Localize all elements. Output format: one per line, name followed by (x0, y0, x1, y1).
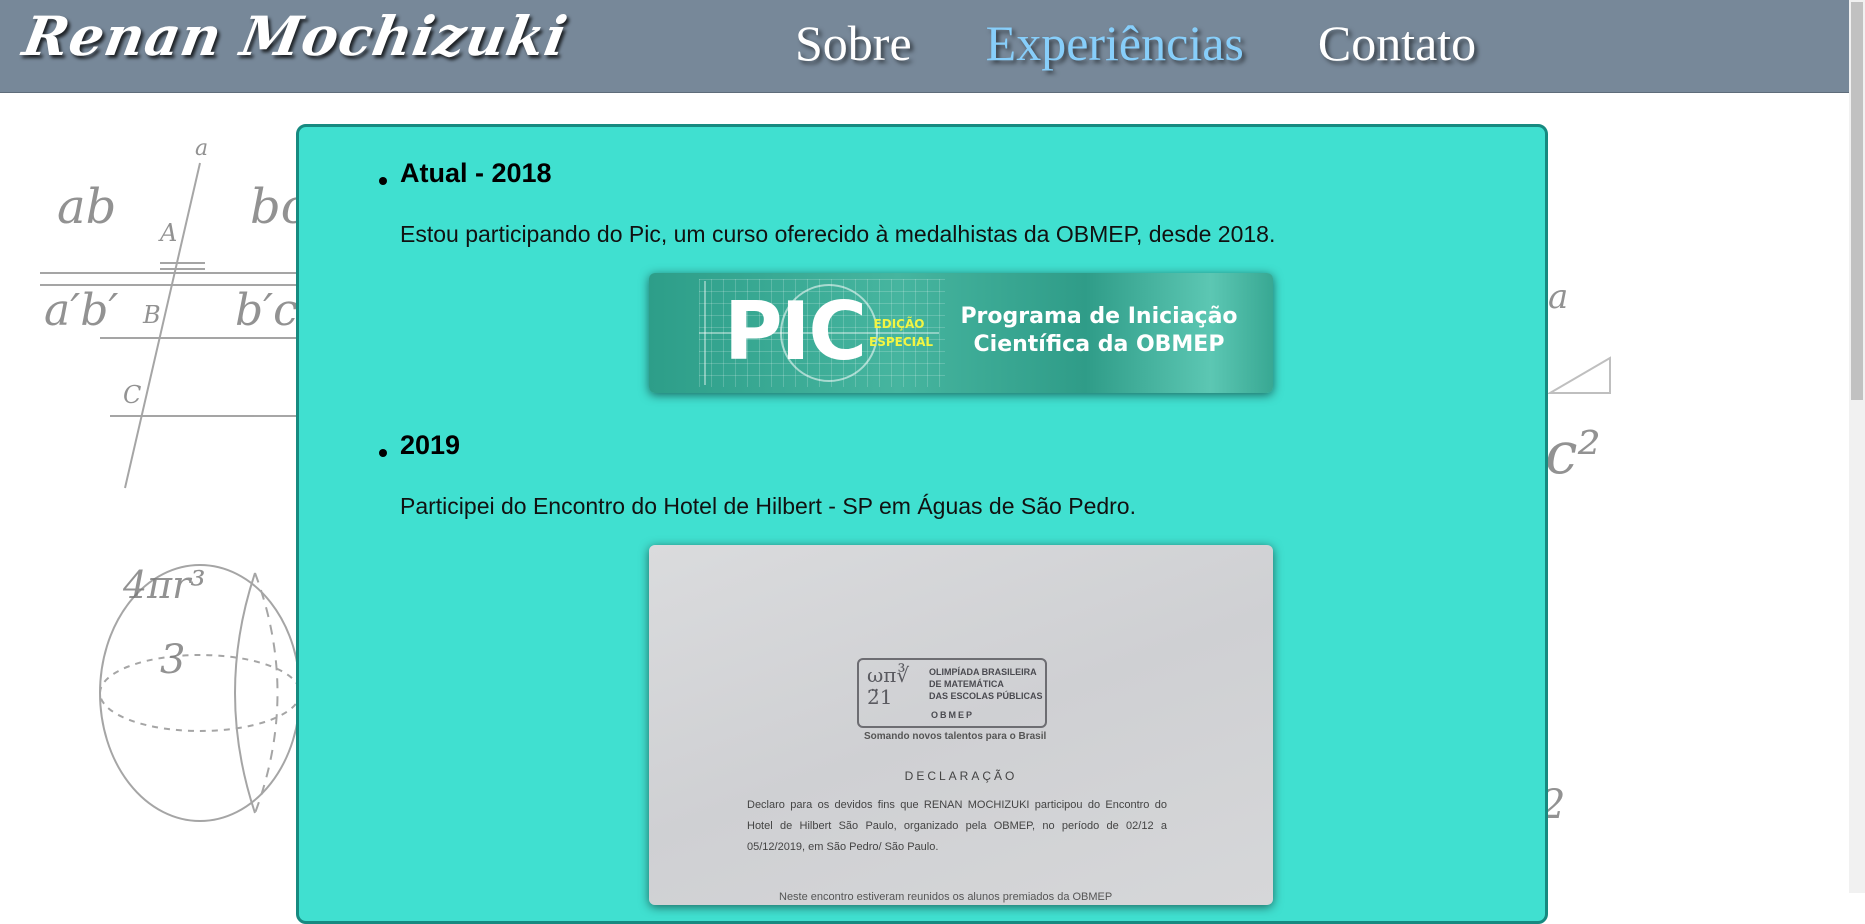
pic-program-banner: PIC EDIÇÃO ESPECIAL Programa de Iniciaçã… (649, 273, 1273, 393)
edition-line-1: EDIÇÃO (873, 317, 925, 331)
document-slogan: Somando novos talentos para o Brasil (864, 731, 1047, 742)
obmep-stamp: ωπ∛ 2̈1 OLIMPÍADA BRASILEIRA DE MATEMÁTIC… (857, 658, 1047, 728)
svg-text:a′b′: a′b′ (44, 285, 118, 336)
pic-title-line-1: Programa de Iniciação (960, 304, 1238, 329)
stamp-line-2: DE MATEMÁTICA (929, 679, 1004, 689)
pic-title-line-2: Científica da OBMEP (973, 332, 1225, 357)
experience-description: Estou participando do Pic, um curso ofer… (400, 221, 1276, 247)
main-nav: Sobre Experiências Contato (795, 10, 1476, 80)
list-bullet (379, 449, 387, 457)
site-logo-name[interactable]: Renan Mochizuki (18, 4, 572, 68)
pic-program-title: Programa de Iniciação Científica da OBME… (949, 303, 1249, 359)
svg-text:3: 3 (160, 637, 185, 683)
experiences-card: Atual - 2018 Estou participando do Pic, … (296, 124, 1548, 924)
nav-link-experiencias[interactable]: Experiências (986, 10, 1244, 80)
experience-description: Participei do Encontro do Hotel de Hilbe… (400, 493, 1136, 519)
pic-logo-text: PIC (724, 285, 867, 378)
stamp-text: OLIMPÍADA BRASILEIRA DE MATEMÁTICA DAS E… (929, 666, 1044, 702)
svg-text:b′c: b′c (235, 285, 298, 336)
svg-text:a: a (195, 136, 208, 161)
stamp-obmep-label: OBMEP (931, 710, 975, 720)
experience-title: 2019 (400, 430, 461, 460)
list-bullet (379, 177, 387, 185)
declaration-document-photo: ωπ∛ 2̈1 OLIMPÍADA BRASILEIRA DE MATEMÁTIC… (649, 545, 1273, 905)
pic-edition-label: EDIÇÃO ESPECIAL (869, 315, 934, 351)
stamp-math-symbols-icon: ωπ∛ 2̈1 (867, 663, 910, 709)
document-heading: DECLARAÇÃO (904, 769, 1018, 783)
top-navigation-bar: Renan Mochizuki Sobre Experiências Conta… (0, 0, 1849, 93)
svg-text:C: C (123, 381, 141, 409)
document-body: Declaro para os devidos fins que RENAN M… (747, 799, 1167, 853)
svg-text:4πr³: 4πr³ (122, 563, 206, 607)
edition-line-2: ESPECIAL (869, 335, 934, 349)
svg-text:ab: ab (57, 179, 116, 235)
stamp-line-1: OLIMPÍADA BRASILEIRA (929, 667, 1037, 677)
nav-link-sobre[interactable]: Sobre (795, 10, 912, 80)
svg-text:A: A (158, 219, 177, 247)
stamp-line-3: DAS ESCOLAS PÚBLICAS (929, 691, 1043, 701)
svg-text:a: a (1548, 277, 1568, 317)
nav-link-contato[interactable]: Contato (1318, 10, 1476, 80)
page-scrollbar[interactable] (1849, 0, 1865, 893)
svg-text:B: B (142, 301, 161, 329)
experience-title: Atual - 2018 (400, 158, 552, 188)
svg-text:c²: c² (1545, 419, 1601, 487)
scrollbar-thumb[interactable] (1851, 2, 1863, 400)
